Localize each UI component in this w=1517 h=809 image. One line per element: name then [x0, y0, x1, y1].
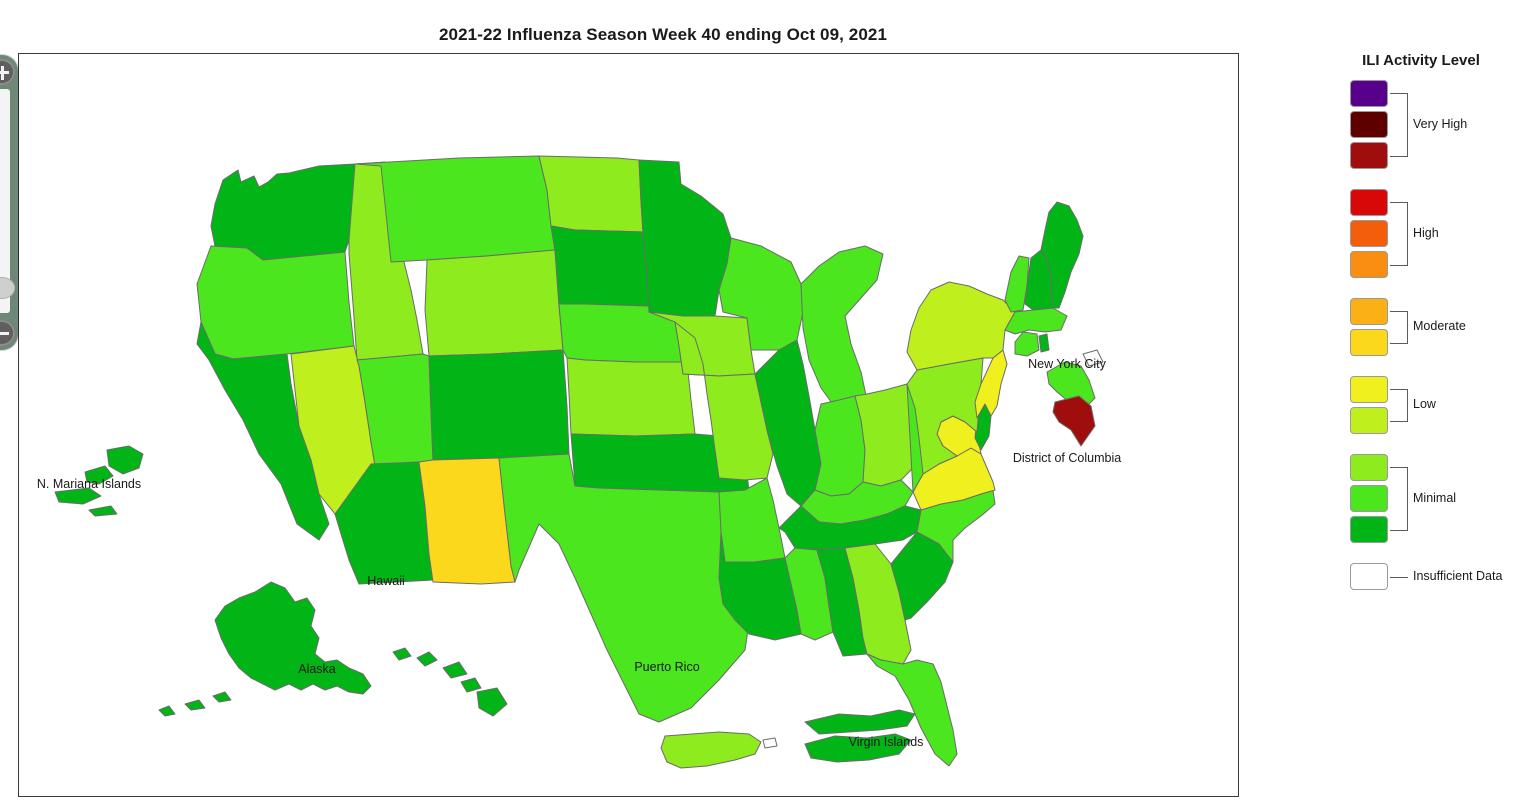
map-region[interactable]: Hawaii: [392, 647, 412, 661]
legend-bracket: [1390, 388, 1408, 422]
map-region[interactable]: Alaska: [184, 699, 206, 711]
legend-label: High: [1413, 225, 1439, 240]
map-region[interactable]: N. Mariana Islands: [106, 445, 144, 475]
legend-bracket: [1390, 201, 1408, 266]
legend-label: Very High: [1413, 116, 1468, 131]
map-territory-label: Hawaii: [367, 574, 405, 588]
legend-swatch: [1350, 220, 1388, 247]
legend-swatch: [1350, 485, 1388, 512]
map-region[interactable]: Washington: [210, 163, 356, 261]
legend-swatch: [1350, 376, 1388, 403]
legend-label: Insufficient Data: [1413, 568, 1503, 583]
map-region[interactable]: Minnesota: [638, 159, 732, 317]
map-panel[interactable]: WashingtonOregonCaliforniaIdahoNevadaMon…: [18, 53, 1239, 797]
map-region[interactable]: Virgin Islands: [804, 709, 916, 735]
map-region[interactable]: Rhode Island: [1038, 333, 1050, 353]
zoom-in-icon[interactable]: [0, 59, 15, 85]
map-territory-label: Alaska: [298, 662, 336, 676]
map-region[interactable]: PR: [762, 737, 778, 749]
map-region[interactable]: Puerto Rico: [660, 731, 762, 769]
page-title: 2021-22 Influenza Season Week 40 ending …: [438, 25, 888, 44]
legend-swatch: [1350, 142, 1388, 169]
map-region[interactable]: Texas: [498, 453, 752, 723]
legend-swatch: [1350, 563, 1388, 590]
legend-swatch: [1350, 111, 1388, 138]
legend-swatch: [1350, 454, 1388, 481]
map-territory-label: N. Mariana Islands: [36, 477, 142, 491]
legend-bracket: [1390, 92, 1408, 157]
legend-swatch: [1350, 516, 1388, 543]
legend-label: Minimal: [1413, 490, 1457, 505]
map-region[interactable]: North Dakota: [538, 155, 644, 233]
map-region[interactable]: District of Columbia: [1052, 395, 1096, 447]
map-region[interactable]: Colorado: [428, 349, 570, 461]
legend-label: Low: [1413, 397, 1436, 411]
map-region[interactable]: N. Mariana Islands: [88, 505, 118, 517]
legend-swatch: [1350, 407, 1388, 434]
map-region[interactable]: Connecticut: [1014, 331, 1040, 357]
flu-activity-map-page: 2021-22 Influenza Season Week 40 ending …: [0, 0, 1517, 809]
us-choropleth-map[interactable]: WashingtonOregonCaliforniaIdahoNevadaMon…: [19, 54, 1238, 796]
legend-bracket: [1390, 466, 1408, 531]
map-region[interactable]: Alaska: [212, 691, 232, 703]
map-region[interactable]: Hawaii: [460, 677, 482, 693]
map-region[interactable]: Oregon: [196, 245, 355, 360]
legend-swatch: [1350, 298, 1388, 325]
map-region[interactable]: Alaska: [158, 705, 176, 717]
map-zoom-control[interactable]: [0, 55, 18, 350]
legend-swatch: [1350, 189, 1388, 216]
map-region[interactable]: Alaska: [214, 581, 372, 695]
map-territory-label: Puerto Rico: [634, 660, 700, 674]
legend-label: Moderate: [1413, 319, 1466, 333]
map-territory-label: District of Columbia: [1012, 451, 1122, 465]
map-region[interactable]: Kansas: [566, 357, 696, 437]
legend-swatch: [1350, 329, 1388, 356]
legend-swatch: [1350, 80, 1388, 107]
zoom-out-icon[interactable]: [0, 320, 15, 346]
map-region[interactable]: Hawaii: [416, 651, 438, 667]
map-territory-label: Virgin Islands: [848, 735, 924, 749]
legend-dash: [1390, 576, 1408, 578]
legend: ILI Activity Level Very High High Moderate…: [1332, 52, 1517, 590]
legend-title: ILI Activity Level: [1362, 52, 1480, 69]
map-region[interactable]: South Dakota: [550, 225, 650, 307]
legend-swatch: [1350, 251, 1388, 278]
map-region[interactable]: Hawaii: [476, 687, 508, 717]
map-region[interactable]: Hawaii: [442, 661, 468, 679]
legend-bracket: [1390, 310, 1408, 344]
map-region[interactable]: Indiana: [814, 395, 866, 497]
map-region[interactable]: Wyoming: [424, 249, 564, 357]
map-territory-label: New York City: [1028, 357, 1106, 371]
legend-swatch-list: Very High High Moderate Low Minimal Insuffici…: [1332, 80, 1517, 590]
zoom-slider-handle[interactable]: [0, 277, 15, 299]
